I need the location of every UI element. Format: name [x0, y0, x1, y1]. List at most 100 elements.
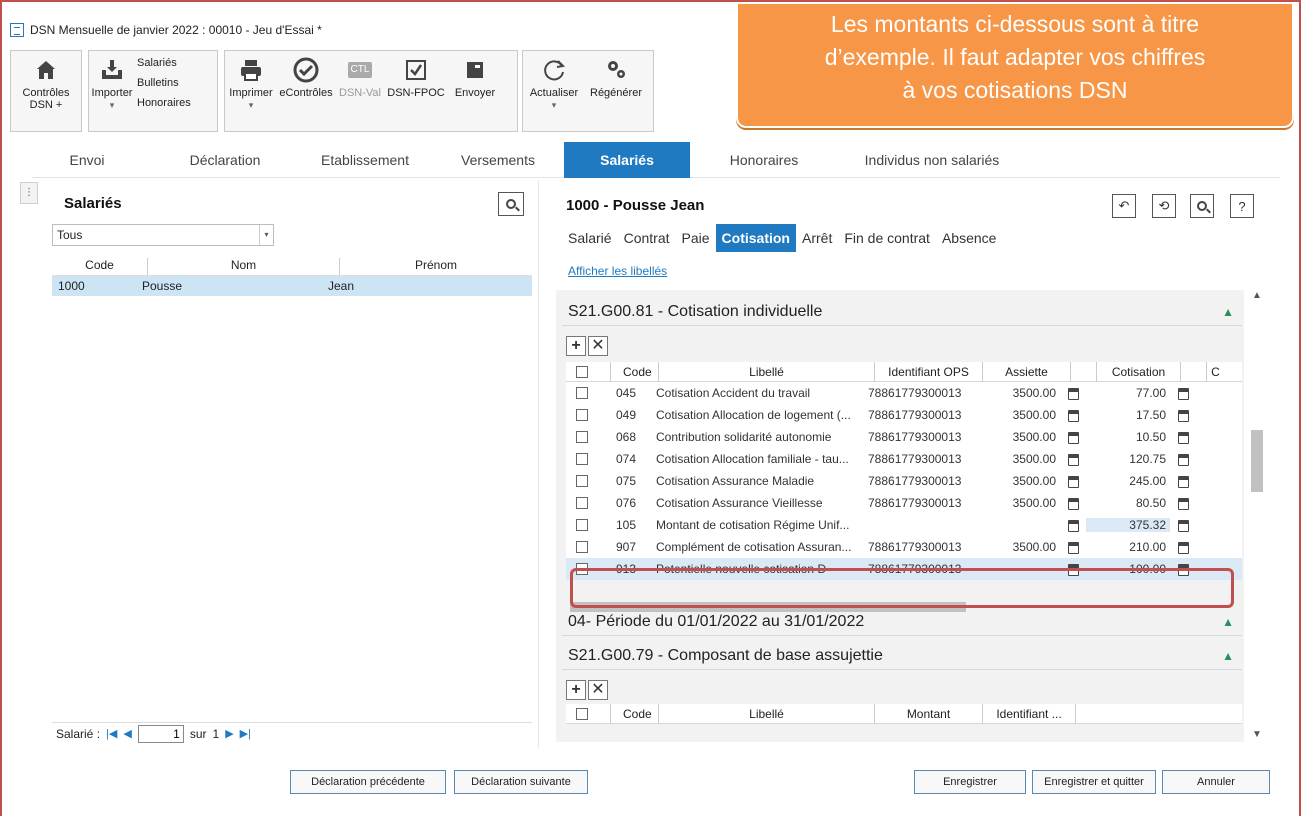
afficher-libelles-link[interactable]: Afficher les libellés [568, 264, 667, 278]
calculator-icon[interactable] [1177, 453, 1189, 466]
col-libelle[interactable]: Libellé [658, 703, 874, 724]
enregistrer-quitter-button[interactable]: Enregistrer et quitter [1032, 770, 1156, 794]
col-nom[interactable]: Nom [148, 258, 340, 275]
prev-page-icon[interactable]: ◀ [123, 727, 131, 740]
panel-toggle-button[interactable]: ⋮ [20, 182, 38, 204]
controles-dsn-button[interactable]: Contrôles DSN + [11, 51, 81, 111]
importer-dropdown-icon[interactable]: ▾ [110, 99, 115, 111]
col-cotisation[interactable]: Cotisation [1096, 361, 1180, 382]
row-checkbox[interactable] [576, 519, 588, 531]
scroll-up-icon[interactable]: ▲ [1252, 290, 1262, 301]
calculator-icon[interactable] [1067, 541, 1079, 554]
actualiser-dropdown-icon[interactable]: ▾ [552, 99, 557, 111]
tab-etablissement[interactable]: Etablissement [310, 142, 420, 178]
search-salaries-button[interactable] [498, 192, 524, 216]
calculator-icon[interactable] [1067, 475, 1079, 488]
add-row-button[interactable]: + [566, 680, 586, 700]
col-code[interactable]: Code [610, 361, 658, 382]
row-checkbox[interactable] [576, 409, 588, 421]
subtab-arret[interactable]: Arrêt [796, 224, 838, 252]
reload-button[interactable]: ⟲ [1152, 194, 1176, 218]
table-row[interactable]: 068 Contribution solidarité autonomie 78… [566, 426, 1242, 448]
row-checkbox[interactable] [576, 497, 588, 509]
panel-divider[interactable] [538, 180, 539, 748]
table-row[interactable]: 907 Complément de cotisation Assuran... … [566, 536, 1242, 558]
table-row[interactable]: 049 Cotisation Allocation de logement (.… [566, 404, 1242, 426]
row-checkbox[interactable] [576, 431, 588, 443]
table-row[interactable]: 075 Cotisation Assurance Maladie 7886177… [566, 470, 1242, 492]
salaries-option[interactable]: Salariés [137, 55, 191, 71]
calculator-icon[interactable] [1067, 431, 1079, 444]
col-montant[interactable]: Montant [874, 703, 982, 724]
next-page-icon[interactable]: ▶ [225, 727, 233, 740]
chevron-up-icon[interactable]: ▲ [1222, 608, 1234, 636]
col-assiette[interactable]: Assiette [982, 361, 1070, 382]
filter-select[interactable]: Tous ▾ [52, 224, 274, 246]
subtab-contrat[interactable]: Contrat [618, 224, 676, 252]
section-cotisation-individuelle[interactable]: S21.G00.81 - Cotisation individuelle ▲ [562, 298, 1242, 326]
chevron-up-icon[interactable]: ▲ [1222, 298, 1234, 326]
first-page-icon[interactable]: |◀ [106, 727, 117, 740]
regenerer-button[interactable]: Régénérer [585, 51, 647, 99]
calculator-icon[interactable] [1177, 431, 1189, 444]
calculator-icon[interactable] [1067, 497, 1079, 510]
col-identifiant[interactable]: Identifiant ... [982, 703, 1076, 724]
tab-envoi[interactable]: Envoi [52, 142, 122, 178]
delete-row-button[interactable]: ✕ [588, 680, 608, 700]
dsn-fpoc-button[interactable]: DSN-FPOC [385, 51, 447, 99]
calculator-icon[interactable] [1177, 387, 1189, 400]
row-checkbox[interactable] [576, 475, 588, 487]
bulletins-option[interactable]: Bulletins [137, 75, 191, 91]
subtab-salarie[interactable]: Salarié [562, 224, 618, 252]
dsn-val-button[interactable]: CTL DSN-Val [335, 51, 385, 99]
calculator-icon[interactable] [1177, 541, 1189, 554]
imprimer-button[interactable]: Imprimer ▾ [225, 51, 277, 111]
importer-button[interactable]: Importer ▾ [89, 51, 135, 111]
imprimer-dropdown-icon[interactable]: ▾ [249, 99, 254, 111]
vertical-scrollbar[interactable]: ▲ ▼ [1250, 290, 1264, 740]
subtab-absence[interactable]: Absence [936, 224, 1002, 252]
tab-individus-non-salaries[interactable]: Individus non salariés [852, 142, 1012, 178]
table-row[interactable]: 1000 Pousse Jean [52, 276, 532, 296]
section-composant-base[interactable]: S21.G00.79 - Composant de base assujetti… [562, 642, 1242, 670]
section-periode[interactable]: 04- Période du 01/01/2022 au 31/01/2022 … [562, 608, 1242, 636]
declaration-suivante-button[interactable]: Déclaration suivante [454, 770, 588, 794]
table-row[interactable]: 076 Cotisation Assurance Vieillesse 7886… [566, 492, 1242, 514]
delete-row-button[interactable]: ✕ [588, 336, 608, 356]
scroll-down-icon[interactable]: ▼ [1252, 729, 1262, 740]
row-checkbox[interactable] [576, 541, 588, 553]
calculator-icon[interactable] [1067, 519, 1079, 532]
calculator-icon[interactable] [1177, 409, 1189, 422]
annuler-button[interactable]: Annuler [1162, 770, 1270, 794]
scroll-thumb[interactable] [1251, 430, 1263, 492]
tab-honoraires[interactable]: Honoraires [714, 142, 814, 178]
add-row-button[interactable]: + [566, 336, 586, 356]
undo-button[interactable]: ↶ [1112, 194, 1136, 218]
col-libelle[interactable]: Libellé [658, 361, 874, 382]
calculator-icon[interactable] [1177, 497, 1189, 510]
last-page-icon[interactable]: ▶| [240, 727, 251, 740]
help-button[interactable]: ? [1230, 194, 1254, 218]
col-code[interactable]: Code [610, 703, 658, 724]
col-c[interactable]: C [1206, 361, 1224, 382]
col-identifiant-ops[interactable]: Identifiant OPS [874, 361, 982, 382]
row-checkbox[interactable] [576, 453, 588, 465]
col-prenom[interactable]: Prénom [340, 258, 532, 275]
envoyer-button[interactable]: Envoyer [447, 51, 503, 99]
calculator-icon[interactable] [1177, 519, 1189, 532]
enregistrer-button[interactable]: Enregistrer [914, 770, 1026, 794]
calculator-icon[interactable] [1067, 409, 1079, 422]
calculator-icon[interactable] [1067, 387, 1079, 400]
row-checkbox[interactable] [576, 387, 588, 399]
page-input[interactable] [137, 724, 184, 743]
table-row[interactable]: 045 Cotisation Accident du travail 78861… [566, 382, 1242, 404]
econtroles-button[interactable]: eContrôles [277, 51, 335, 99]
select-all-checkbox[interactable] [576, 365, 588, 378]
tab-versements[interactable]: Versements [448, 142, 548, 178]
calculator-icon[interactable] [1067, 453, 1079, 466]
table-row[interactable]: 074 Cotisation Allocation familiale - ta… [566, 448, 1242, 470]
chevron-up-icon[interactable]: ▲ [1222, 642, 1234, 670]
tab-salaries[interactable]: Salariés [564, 142, 690, 178]
declaration-precedente-button[interactable]: Déclaration précédente [290, 770, 446, 794]
subtab-fin-de-contrat[interactable]: Fin de contrat [838, 224, 936, 252]
